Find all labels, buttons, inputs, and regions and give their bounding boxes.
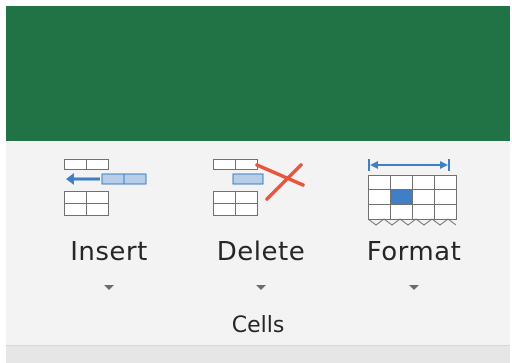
format-dropdown-arrow-icon[interactable] <box>409 285 419 290</box>
delete-label: Delete <box>216 237 306 267</box>
insert-cells-icon <box>64 159 147 216</box>
format-cells-icon <box>367 159 457 226</box>
delete-dropdown-arrow-icon[interactable] <box>256 285 266 290</box>
delete-button[interactable]: Delete <box>201 159 321 309</box>
excel-window: Insert Delete Format Cells <box>6 6 510 363</box>
format-button[interactable]: Format <box>344 159 484 309</box>
ribbon-bottom-border <box>6 345 510 363</box>
ribbon-cells-group: Insert Delete Format Cells <box>6 141 510 345</box>
format-label: Format <box>366 237 462 267</box>
insert-dropdown-arrow-icon[interactable] <box>104 285 114 290</box>
delete-cells-icon <box>213 159 305 216</box>
insert-button[interactable]: Insert <box>54 159 164 309</box>
group-label-cells: Cells <box>231 313 285 338</box>
insert-label: Insert <box>70 237 148 267</box>
title-bar <box>6 6 510 141</box>
